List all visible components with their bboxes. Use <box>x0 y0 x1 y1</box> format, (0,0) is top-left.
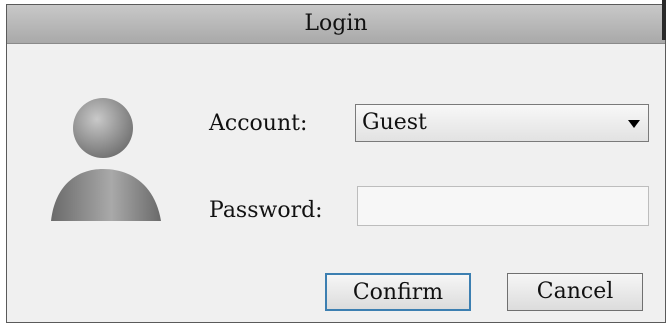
confirm-button[interactable]: Confirm <box>325 273 471 311</box>
account-label: Account: <box>209 111 308 136</box>
account-select[interactable]: Guest <box>355 104 649 142</box>
account-select-value: Guest <box>362 110 427 135</box>
cancel-button[interactable]: Cancel <box>507 273 643 311</box>
title-bar[interactable]: Login <box>7 5 665 44</box>
password-input[interactable] <box>357 186 649 226</box>
chevron-down-icon[interactable] <box>628 120 640 128</box>
user-avatar-icon <box>43 93 171 223</box>
title-bar-edge <box>662 0 666 40</box>
password-label: Password: <box>209 198 323 223</box>
login-dialog: Login Account: Guest Password: Confirm C… <box>6 0 666 323</box>
dialog-title: Login <box>304 11 368 36</box>
